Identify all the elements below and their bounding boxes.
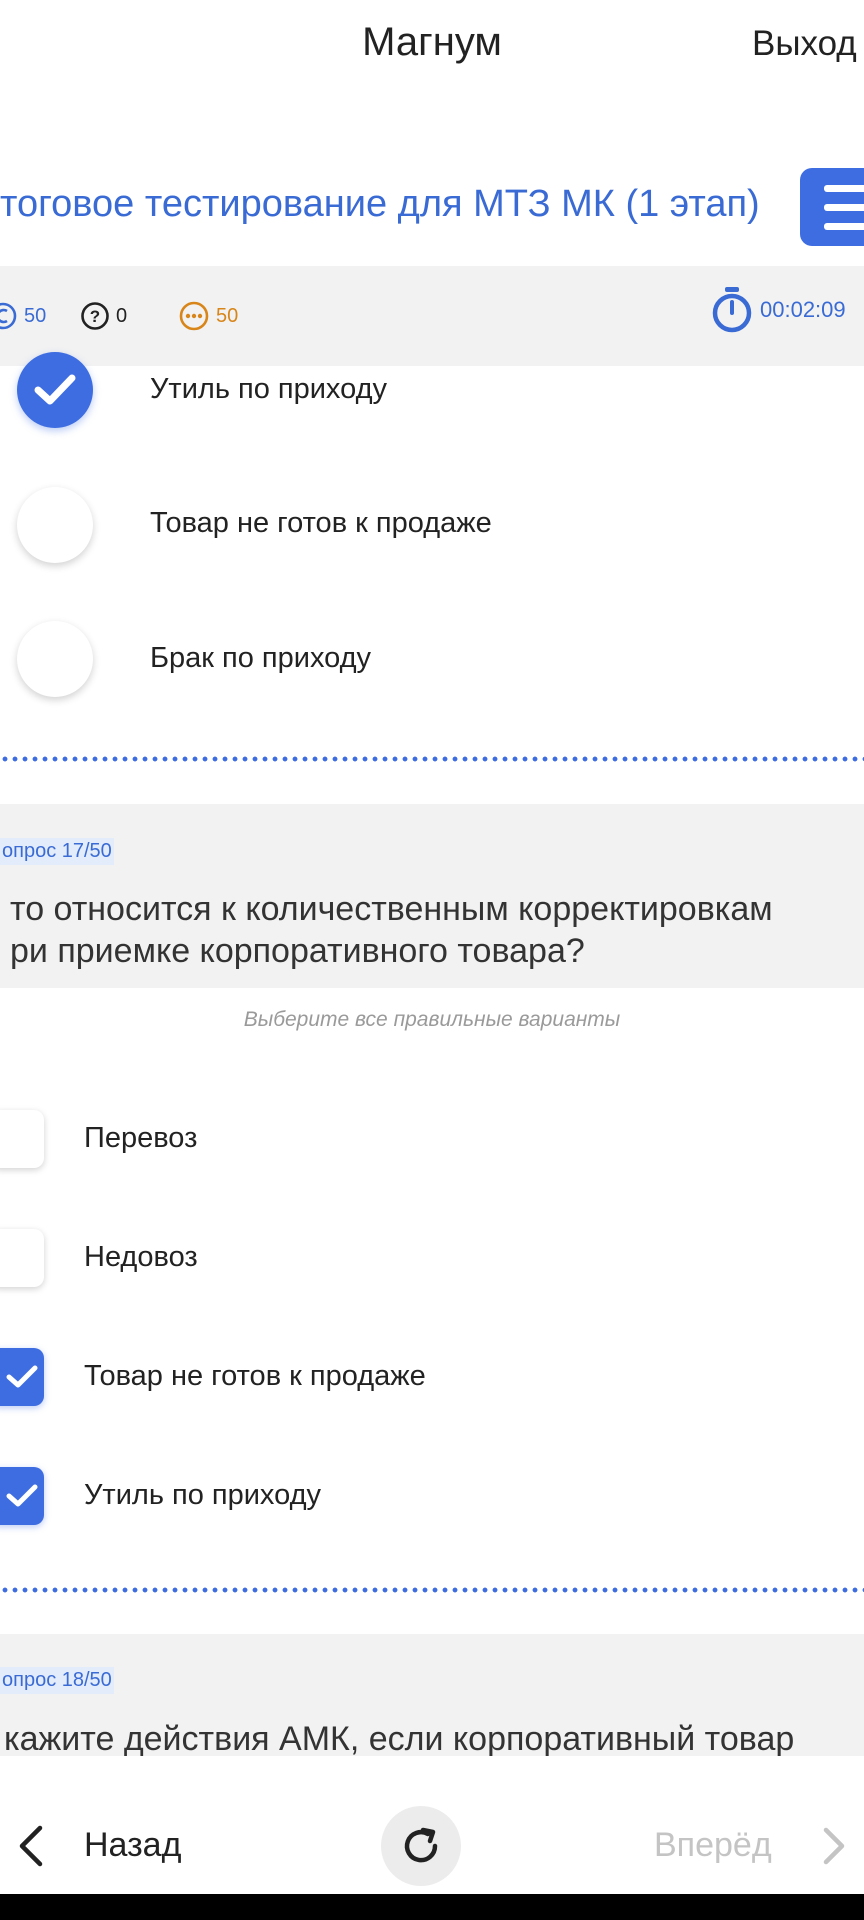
- question-circle-icon: ?: [81, 302, 109, 330]
- stat-unknown: ? 0: [80, 296, 127, 336]
- stat-unknown-count: 0: [116, 304, 128, 327]
- stat-remaining-count: 50: [216, 304, 239, 327]
- chevron-right-icon: [823, 1827, 845, 1865]
- section-divider: [0, 756, 864, 762]
- hamburger-icon-bar: [824, 204, 864, 211]
- question-number: опрос 18/50: [0, 1667, 114, 1694]
- timer: 00:02:09: [710, 287, 846, 333]
- stat-answered-count: 50: [24, 304, 47, 327]
- menu-button[interactable]: [800, 168, 864, 246]
- exit-button[interactable]: Выход: [752, 24, 857, 64]
- check-icon: [6, 1484, 38, 1507]
- stat-answered: 50: [0, 296, 46, 336]
- refresh-icon: [404, 1827, 438, 1863]
- question-number: опрос 17/50: [0, 838, 114, 865]
- dots-circle-icon: [179, 301, 209, 331]
- checkbox-label: Утиль по приходу: [84, 1479, 321, 1511]
- hamburger-icon: [824, 185, 864, 192]
- refresh-button[interactable]: [381, 1806, 461, 1886]
- checkbox[interactable]: [0, 1229, 44, 1287]
- chevron-left-icon: [19, 1825, 43, 1867]
- question-header: опрос 17/50 то относится к количественны…: [0, 804, 864, 988]
- question-hint: Выберите все правильные варианты: [243, 1008, 621, 1031]
- checkbox[interactable]: [0, 1110, 44, 1168]
- test-title: тоговое тестирование для МТЗ МК (1 этап): [0, 183, 760, 225]
- checkbox-checked[interactable]: [0, 1348, 44, 1406]
- checkbox-checked[interactable]: [0, 1467, 44, 1525]
- check-icon: [6, 1365, 38, 1388]
- question-text: то относится к количественным корректиро…: [10, 890, 773, 928]
- forward-label[interactable]: Вперёд: [654, 1826, 772, 1865]
- radio-option-util-selected[interactable]: [17, 352, 93, 428]
- system-bottom-bar: [0, 1894, 864, 1920]
- checkbox-label: Недовоз: [84, 1241, 198, 1273]
- question-text: кажите действия АМК, если корпоративный …: [4, 1720, 795, 1758]
- check-icon: [34, 374, 76, 405]
- stats-bar: 50 ? 0 50 00:02:09: [0, 266, 864, 366]
- stopwatch-icon: [712, 287, 752, 333]
- section-divider: [0, 1587, 864, 1593]
- back-label[interactable]: Назад: [84, 1826, 181, 1865]
- timer-value: 00:02:09: [760, 297, 846, 322]
- app-title: Магнум: [362, 20, 502, 64]
- hamburger-icon-bar: [824, 223, 864, 230]
- radio-option[interactable]: [17, 487, 93, 563]
- stat-remaining: 50: [178, 296, 238, 336]
- radio-option[interactable]: [17, 621, 93, 697]
- question-header: опрос 18/50 кажите действия АМК, если ко…: [0, 1634, 864, 1758]
- forward-button[interactable]: [816, 1822, 850, 1874]
- question-text: ри приемке корпоративного товара?: [10, 932, 585, 970]
- checkbox-label: Перевоз: [84, 1122, 198, 1154]
- radio-option-label: Брак по приходу: [150, 642, 372, 674]
- radio-option-label: Утиль по приходу: [150, 373, 387, 405]
- answered-circle-icon: [0, 302, 17, 330]
- checkbox-label: Товар не готов к продаже: [84, 1360, 426, 1392]
- radio-option-label: Товар не готов к продаже: [150, 507, 492, 539]
- svg-text:?: ?: [90, 307, 100, 326]
